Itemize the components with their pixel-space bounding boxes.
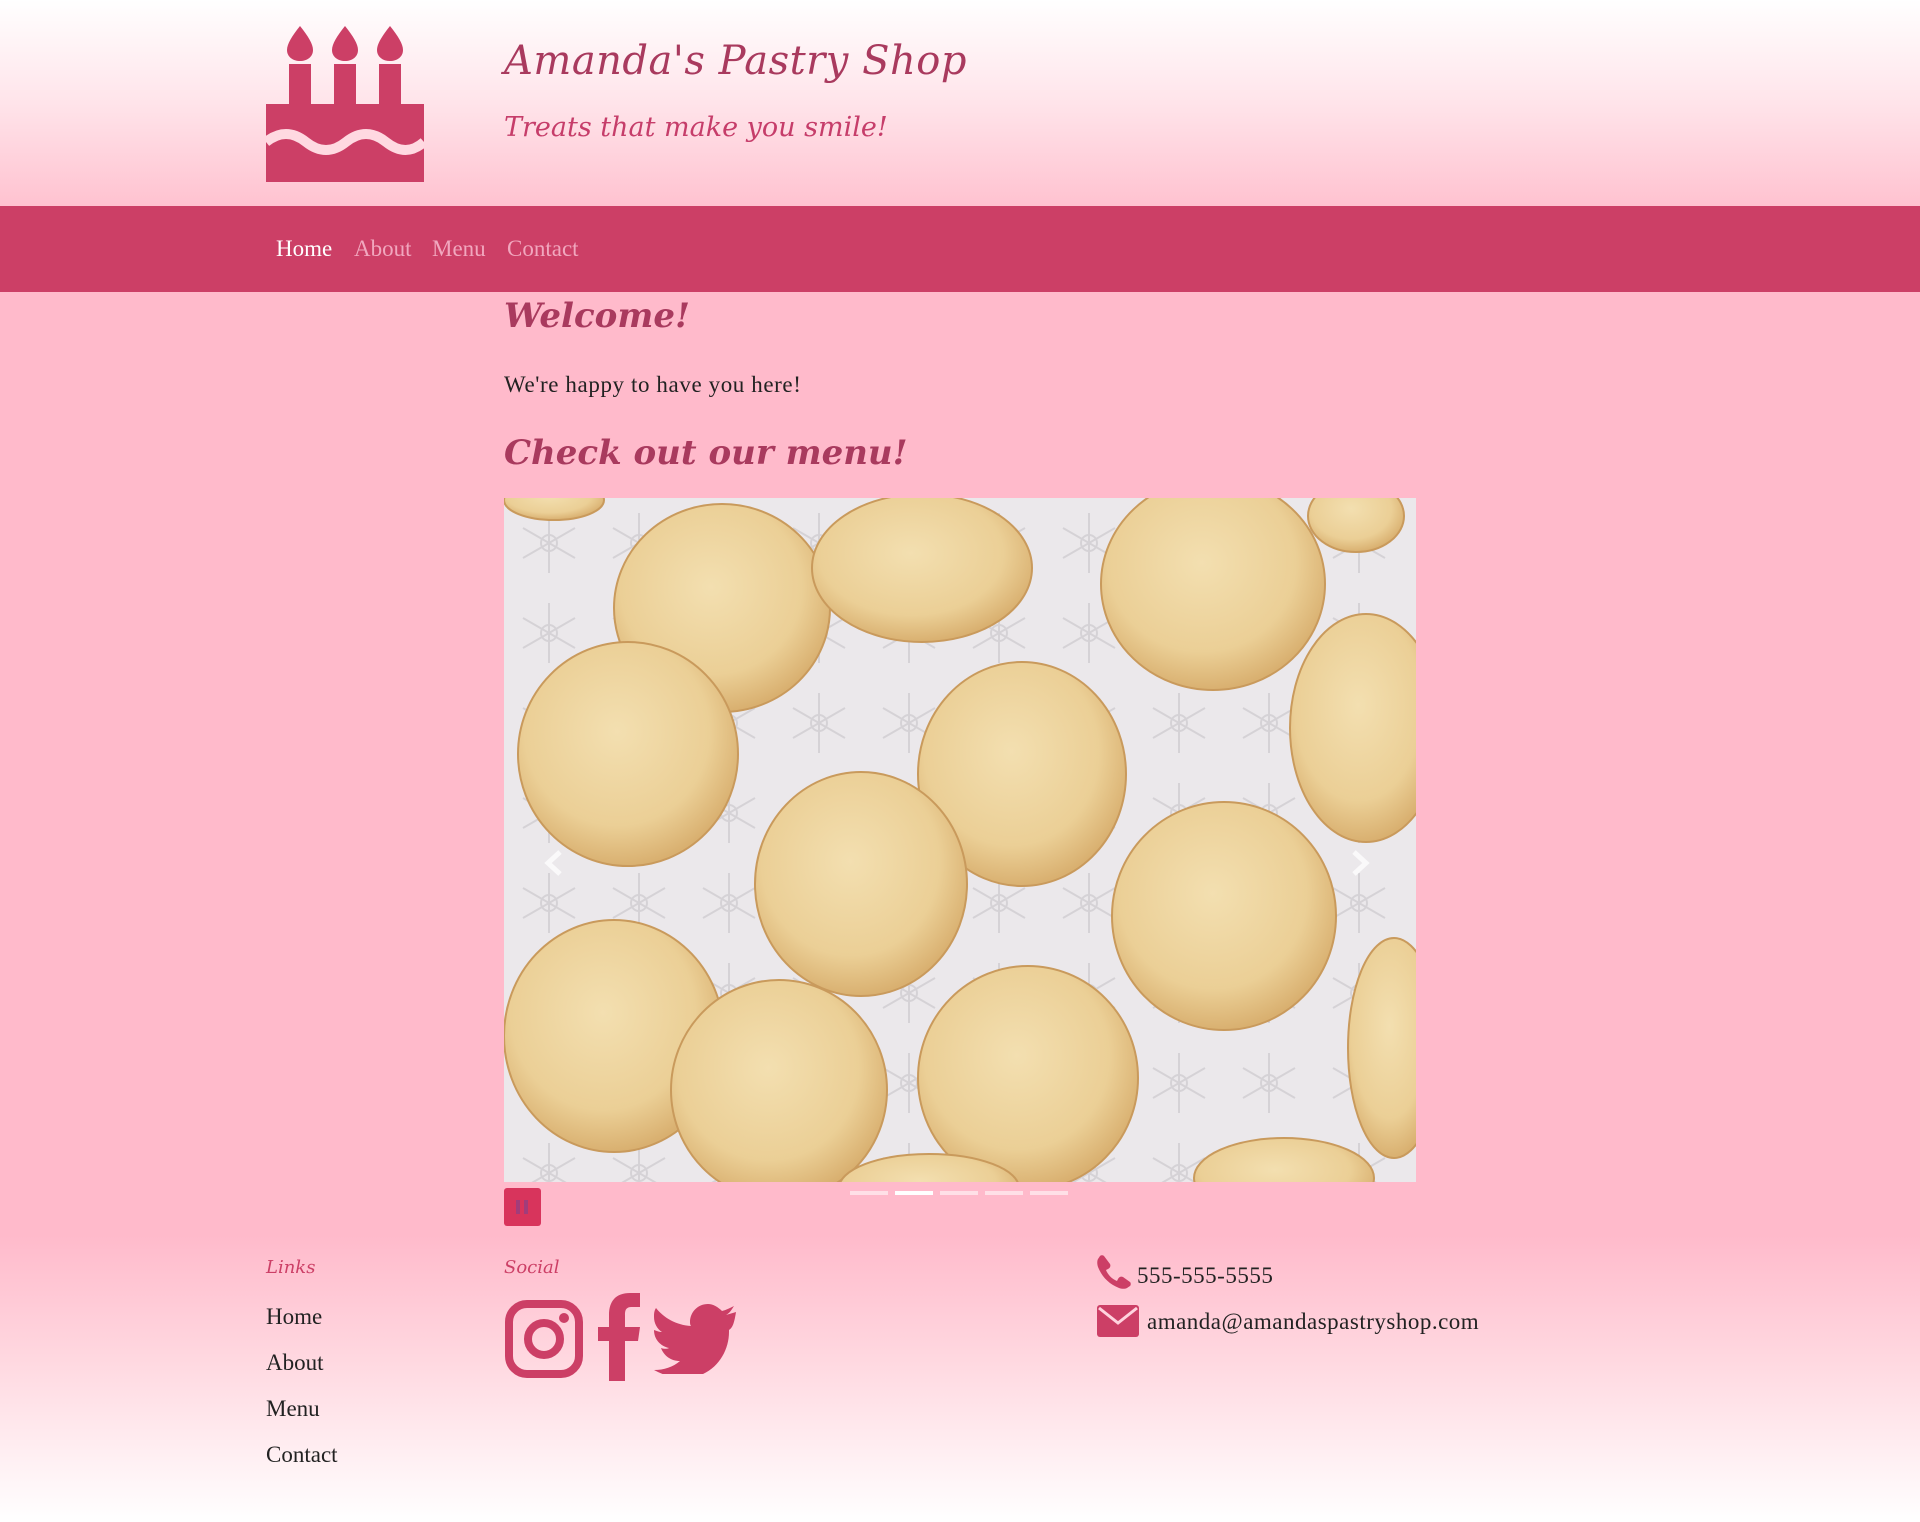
- phone-icon: [1097, 1255, 1131, 1289]
- envelope-icon: [1097, 1305, 1139, 1337]
- welcome-text: We're happy to have you here!: [504, 372, 802, 397]
- site-header: Amanda's Pastry Shop Treats that make yo…: [0, 0, 1920, 206]
- site-title: Amanda's Pastry Shop: [504, 38, 967, 84]
- site-tagline: Treats that make you smile!: [504, 112, 888, 143]
- cookies-slide-image: [504, 498, 1416, 1182]
- birthday-cake-icon: [266, 26, 424, 182]
- carousel-indicator-2[interactable]: [895, 1191, 933, 1195]
- footer-social-heading: Social: [504, 1257, 560, 1278]
- carousel-indicator-4[interactable]: [985, 1191, 1023, 1195]
- nav-menu[interactable]: Menu: [432, 236, 486, 262]
- instagram-icon[interactable]: [504, 1299, 584, 1379]
- carousel-indicator-5[interactable]: [1030, 1191, 1068, 1195]
- pause-icon: [524, 1200, 528, 1214]
- facebook-icon[interactable]: [596, 1293, 642, 1381]
- menu-heading: Check out our menu!: [504, 433, 908, 473]
- nav-home[interactable]: Home: [276, 236, 332, 262]
- welcome-heading: Welcome!: [504, 296, 690, 336]
- main-navbar: Home About Menu Contact: [0, 206, 1920, 292]
- carousel-indicator-1[interactable]: [850, 1191, 888, 1195]
- email-address[interactable]: amanda@amandaspastryshop.com: [1147, 1309, 1479, 1335]
- footer-links-heading: Links: [266, 1257, 316, 1278]
- carousel-indicator-3[interactable]: [940, 1191, 978, 1195]
- menu-carousel[interactable]: [504, 498, 1416, 1182]
- chevron-right-icon[interactable]: [1348, 848, 1372, 878]
- nav-contact[interactable]: Contact: [507, 236, 579, 262]
- footer-link-contact[interactable]: Contact: [266, 1442, 338, 1468]
- nav-about[interactable]: About: [354, 236, 412, 262]
- footer-link-home[interactable]: Home: [266, 1304, 322, 1330]
- twitter-icon[interactable]: [654, 1304, 736, 1374]
- site-footer: [0, 1235, 1920, 1522]
- footer-link-about[interactable]: About: [266, 1350, 324, 1376]
- footer-link-menu[interactable]: Menu: [266, 1396, 320, 1422]
- phone-number[interactable]: 555-555-5555: [1137, 1263, 1273, 1289]
- chevron-left-icon[interactable]: [542, 848, 566, 878]
- carousel-pause-button[interactable]: [504, 1188, 541, 1226]
- pause-icon: [516, 1200, 520, 1214]
